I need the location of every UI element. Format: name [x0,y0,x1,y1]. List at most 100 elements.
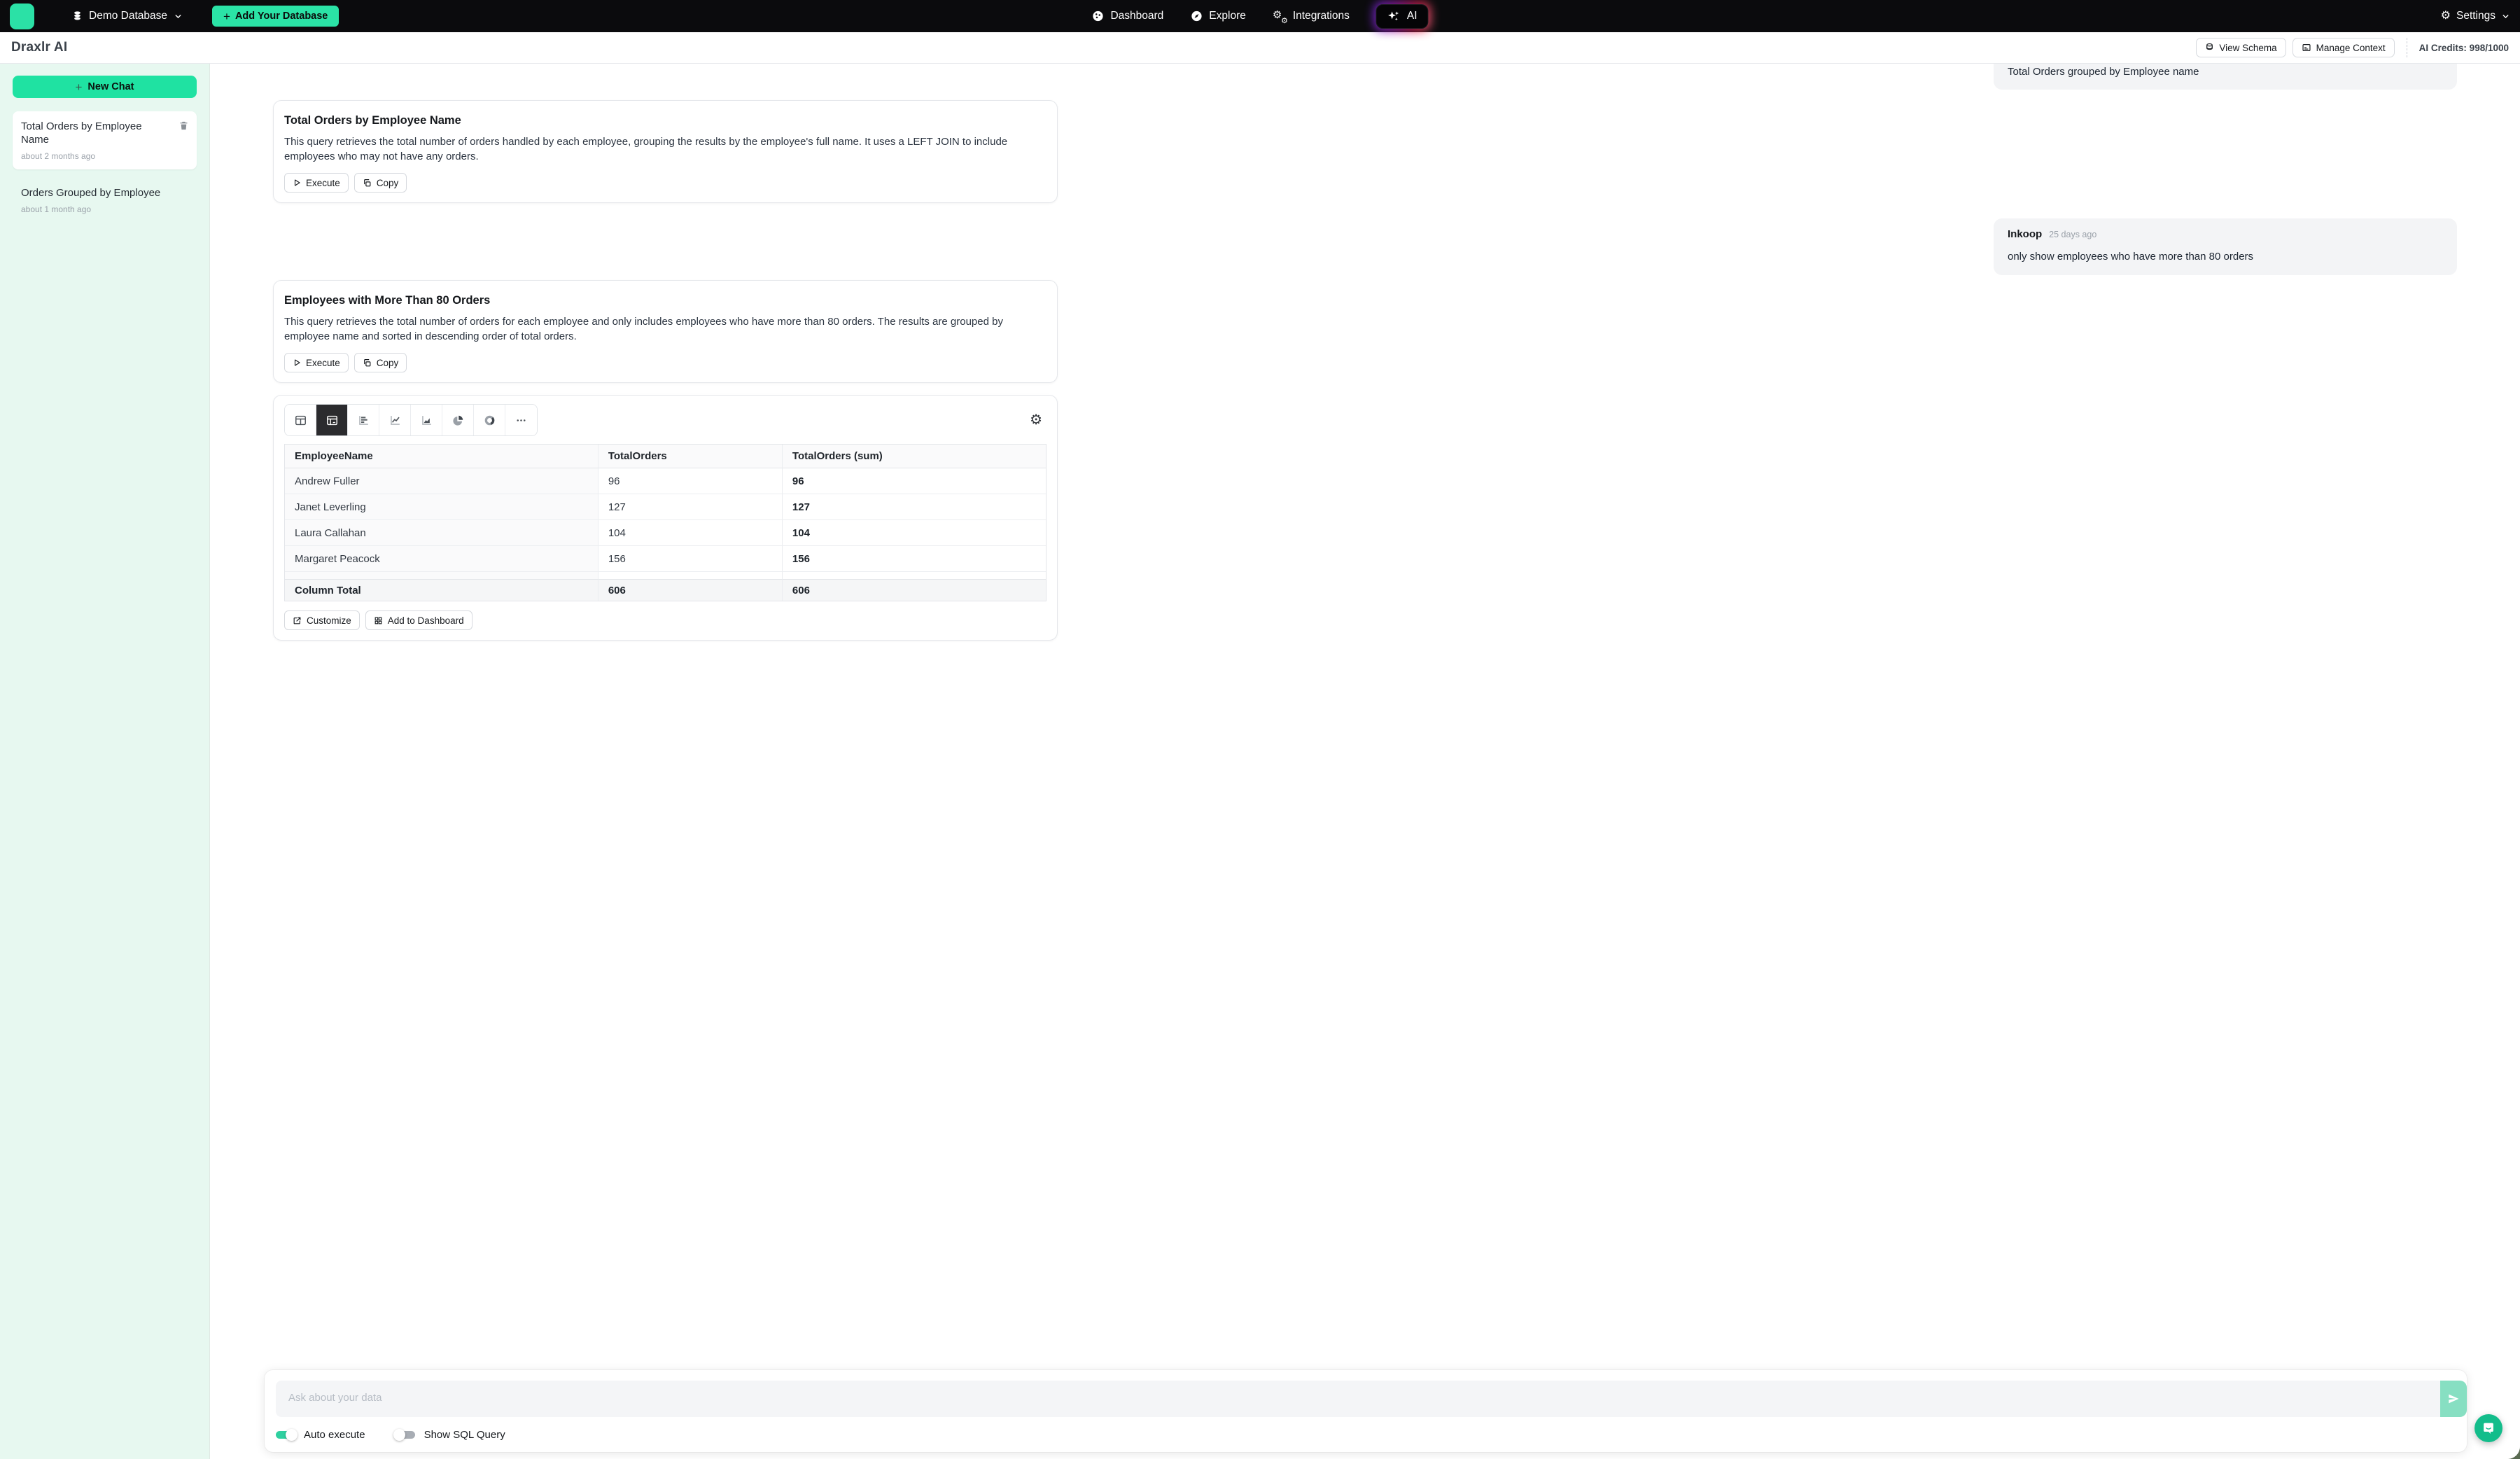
play-icon [293,358,301,367]
copy-button[interactable]: Copy [354,353,407,372]
table-icon [294,414,307,427]
user-message: Inkoop 25 days ago only show employees w… [1994,218,2457,275]
donut-chart-icon [483,414,496,427]
chart-type-pivot-table[interactable] [316,405,348,435]
settings-menu[interactable]: ⚙ Settings [2441,10,2510,22]
auto-execute-toggle[interactable]: Auto execute [276,1429,365,1441]
intercom-chat-button[interactable] [2474,1414,2502,1442]
ai-query-card: Total Orders by Employee Name This query… [273,100,1058,203]
chat-history-item[interactable]: Total Orders by Employee Name about 2 mo… [13,111,197,169]
database-icon [72,11,83,22]
table-header-row: EmployeeName TotalOrders TotalOrders (su… [285,445,1046,468]
execute-button[interactable]: Execute [284,173,349,193]
gear-icon: ⚙ [2441,11,2451,22]
chart-settings-gear-icon[interactable]: ⚙ [1030,413,1042,427]
query-description: This query retrieves the total number of… [284,134,1046,164]
table-total-row: Column Total 606 606 [285,580,1046,601]
dashboard-icon [1091,10,1104,22]
ai-query-card: Employees with More Than 80 Orders This … [273,280,1058,383]
query-title: Total Orders by Employee Name [284,114,1046,127]
chevron-down-icon [2501,12,2510,21]
query-description: This query retrieves the total number of… [284,314,1046,344]
user-message-text: only show employees who have more than 8… [2008,251,2443,263]
plus-icon: + [75,81,82,93]
manage-context-button[interactable]: Manage Context [2292,38,2395,57]
customize-button[interactable]: Customize [284,610,360,630]
context-list-icon [2302,43,2311,53]
area-chart-icon [420,414,433,427]
line-chart-icon [388,414,402,427]
nav-item-explore[interactable]: Explore [1190,10,1246,22]
column-header: EmployeeName [285,445,598,468]
page-header: Draxlr AI View Schema Manage Context AI … [0,32,2520,64]
toggle-track [396,1431,415,1439]
table-row-partial [285,572,1046,580]
top-nav: Demo Database + Add Your Database Dashbo… [0,0,2520,32]
total-sum: 606 [783,580,1046,601]
result-table: EmployeeName TotalOrders TotalOrders (su… [284,444,1046,601]
trash-icon[interactable] [178,120,189,131]
database-selector[interactable]: Demo Database [72,10,183,22]
send-icon [2447,1392,2460,1405]
chart-type-pie[interactable] [442,405,474,435]
view-schema-button[interactable]: View Schema [2196,38,2286,57]
send-button[interactable] [2440,1381,2467,1417]
dashboard-grid-icon [374,616,383,625]
total-label: Column Total [285,580,598,601]
query-title: Employees with More Than 80 Orders [284,294,1046,307]
primary-nav: Dashboard Explore ⚙⚙ Integrations [1091,4,1428,29]
ellipsis-icon [514,414,528,427]
chat-history-title: Orders Grouped by Employee [21,186,188,200]
copy-icon [363,179,372,188]
ai-credits: AI Credits: 998/1000 [2419,43,2509,53]
play-icon [293,179,301,187]
table-row: Margaret Peacock 156 156 [285,546,1046,572]
ask-input[interactable] [276,1381,2440,1417]
composer: Auto execute Show SQL Query [265,1370,2467,1452]
chat-history-title: Total Orders by Employee Name [21,120,188,146]
chart-type-bar[interactable] [348,405,379,435]
plus-icon: + [223,11,230,22]
nav-item-dashboard[interactable]: Dashboard [1091,10,1163,22]
query-result-card: ⚙ EmployeeName TotalOrders TotalOrders (… [273,395,1058,641]
chart-type-table[interactable] [285,405,316,435]
table-row: Andrew Fuller 96 96 [285,468,1046,494]
column-header: TotalOrders (sum) [783,445,1046,468]
table-row: Laura Callahan 104 104 [285,520,1046,546]
chart-type-line[interactable] [379,405,411,435]
copy-button[interactable]: Copy [354,173,407,193]
execute-button[interactable]: Execute [284,353,349,372]
bar-chart-icon [357,414,370,427]
toggle-knob [393,1429,405,1441]
chevron-down-icon [174,12,183,21]
nav-item-ai[interactable]: AI [1376,4,1429,29]
explore-icon [1190,10,1203,22]
nav-item-integrations[interactable]: ⚙⚙ Integrations [1273,10,1350,22]
table-row: Janet Leverling 127 127 [285,494,1046,520]
pie-chart-icon [451,414,465,427]
chat-history-item[interactable]: Orders Grouped by Employee about 1 month… [13,178,197,223]
column-header: TotalOrders [598,445,783,468]
user-message-text: Total Orders grouped by Employee name [2008,66,2199,78]
integrations-icon: ⚙⚙ [1273,10,1287,22]
copy-icon [363,358,372,368]
add-to-dashboard-button[interactable]: Add to Dashboard [365,610,472,630]
external-link-icon [293,616,302,625]
chat-history-time: about 2 months ago [21,151,188,161]
chat-sidebar: + New Chat Total Orders by Employee Name… [0,64,210,1459]
chat-bubble-icon [2481,1420,2496,1436]
schema-database-icon [2205,43,2214,53]
draxlr-logo [10,4,34,29]
database-label: Demo Database [89,10,167,22]
chat-scroll-area[interactable]: Total Orders grouped by Employee name To… [210,64,2520,1370]
app-window: Demo Database + Add Your Database Dashbo… [0,0,2520,1459]
chat-panel: Total Orders grouped by Employee name To… [210,64,2520,1459]
new-chat-button[interactable]: + New Chat [13,76,197,98]
chart-type-area[interactable] [411,405,442,435]
add-database-button[interactable]: + Add Your Database [212,6,339,27]
show-sql-toggle[interactable]: Show SQL Query [396,1429,505,1441]
total-orders: 606 [598,580,783,601]
chart-type-more[interactable] [505,405,537,435]
chart-type-donut[interactable] [474,405,505,435]
message-author: Inkoop [2008,228,2042,240]
